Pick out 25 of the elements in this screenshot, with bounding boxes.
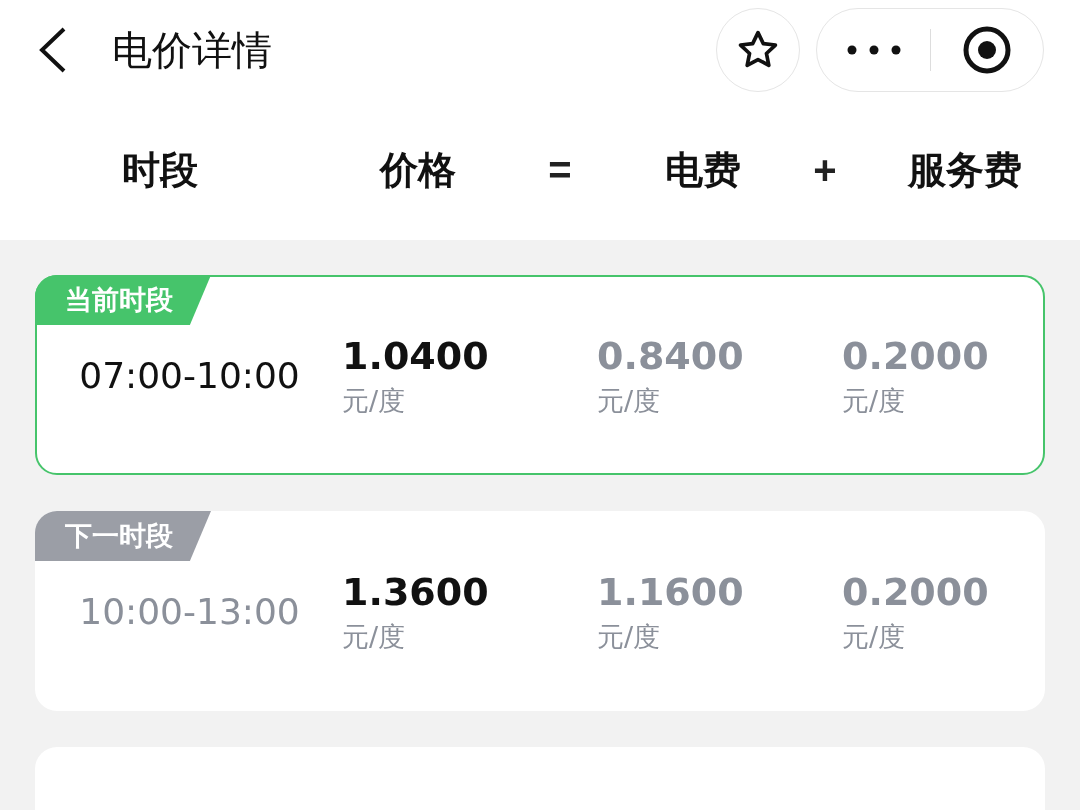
- unit-label: 元/度: [342, 620, 407, 654]
- electricity-fee-value: 0.8400: [597, 333, 745, 380]
- period-badge: 下一时段: [35, 511, 211, 561]
- unit-label: 元/度: [597, 620, 662, 654]
- column-header: 价格: [379, 146, 456, 194]
- electricity-fee-value: 1.1600: [597, 569, 745, 616]
- unit-label: 元/度: [342, 384, 407, 418]
- more-icon: [846, 45, 901, 55]
- price-value: 1.0400: [342, 333, 490, 380]
- page-title: 电价详情: [112, 26, 272, 75]
- unit-label: 元/度: [842, 620, 907, 654]
- service-fee-value: 0.2000: [842, 333, 989, 380]
- target-icon: [962, 25, 1012, 75]
- unit-label: 元/度: [597, 384, 662, 418]
- period-badge: 当前时段: [35, 275, 211, 325]
- time-range: 10:00-13:00: [79, 590, 300, 634]
- operator-sign: +: [813, 147, 837, 194]
- column-header: 时段: [122, 146, 198, 194]
- column-header: 服务费: [908, 146, 1022, 194]
- operator-sign: =: [548, 147, 572, 194]
- service-fee-value: 0.2000: [842, 569, 989, 616]
- time-range: 07:00-10:00: [79, 354, 300, 398]
- unit-label: 元/度: [842, 384, 907, 418]
- column-header: 电费: [664, 146, 741, 194]
- price-value: 1.3600: [342, 569, 490, 616]
